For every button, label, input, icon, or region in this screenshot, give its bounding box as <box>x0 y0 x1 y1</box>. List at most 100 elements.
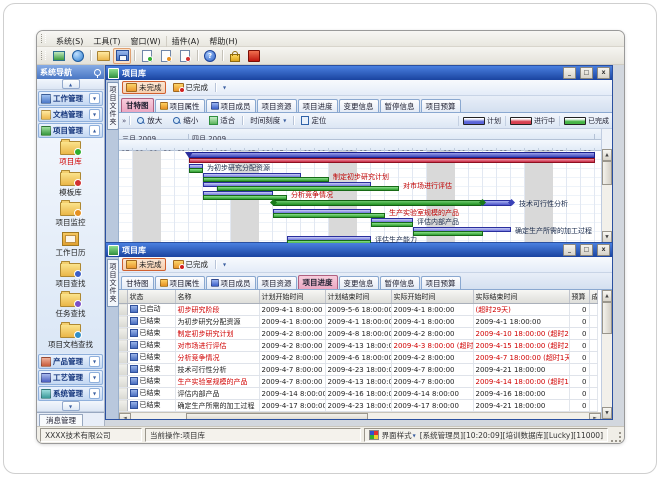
scroll-down-button[interactable]: ▼ <box>602 407 612 419</box>
chevron-down-icon[interactable]: ▼ <box>89 93 100 104</box>
row-selector[interactable] <box>119 352 127 364</box>
filter-dropdown-button[interactable]: ▼ <box>219 260 230 269</box>
column-header-名称[interactable]: 名称 <box>175 290 259 304</box>
zoom-in-button[interactable]: 放大 <box>133 113 166 128</box>
sidebar-item-项目文档查找[interactable]: 项目文档查找 <box>37 322 104 352</box>
row-selector[interactable] <box>119 328 127 340</box>
sidebar-overflow-button[interactable]: ▼ <box>62 401 80 411</box>
web-button[interactable] <box>69 48 87 64</box>
doc-remove-button[interactable] <box>176 48 194 64</box>
minimize-button[interactable]: _ <box>563 67 576 79</box>
chevron-down-icon[interactable]: ▼ <box>89 388 100 399</box>
system-button[interactable] <box>50 48 68 64</box>
row-selector[interactable] <box>119 304 127 316</box>
column-header-预算[interactable]: 预算 <box>569 290 589 304</box>
row-selector[interactable] <box>119 316 127 328</box>
column-header-计划开始时间[interactable]: 计划开始时间 <box>259 290 325 304</box>
pin-icon[interactable] <box>94 69 101 76</box>
menu-item-帮助(H)[interactable]: 帮助(H) <box>204 36 242 47</box>
tab-项目资源[interactable]: 项目资源 <box>257 276 297 289</box>
table-row[interactable]: 已结束确定生产所需的加工过程2009-4-17 8:00:002009-4-23… <box>119 400 597 412</box>
folder-button[interactable] <box>94 48 112 64</box>
scroll-right-button[interactable]: ► <box>589 413 601 419</box>
doc-add-button[interactable] <box>138 48 156 64</box>
maximize-button[interactable]: □ <box>580 67 593 79</box>
hscroll-track[interactable] <box>131 413 589 419</box>
sidebar-section-文档管理[interactable]: 文档管理▼ <box>38 107 103 122</box>
table-row[interactable]: 已结束对市场进行评估2009-4-2 8:00:002009-4-13 18:0… <box>119 340 597 352</box>
filter-dropdown-button[interactable]: ▼ <box>219 83 230 92</box>
tab-项目预算[interactable]: 项目预算 <box>421 276 461 289</box>
time-scale-button[interactable]: 时间刻度▼ <box>246 113 290 128</box>
toolbar-grip[interactable] <box>41 51 46 60</box>
table-titlebar[interactable]: 项目库 _ □ x <box>106 243 612 257</box>
table-row[interactable]: 已结束制定初步研究计划2009-4-2 8:00:002009-4-8 18:0… <box>119 328 597 340</box>
filter-未完成[interactable]: 未完成 <box>122 81 166 94</box>
table-row[interactable]: 已结束为初步研究分配资源2009-4-1 8:00:002009-4-1 18:… <box>119 316 597 328</box>
gantt-chart[interactable]: 为初步研究分配资源制定初步研究计划对市场进行评估分析竞争情况技术可行性分析生产实… <box>119 151 601 243</box>
chevron-down-icon[interactable]: ▼ <box>89 372 100 383</box>
message-management-tab[interactable]: 消息管理 <box>39 414 83 426</box>
menu-item-窗口(W)[interactable]: 窗口(W) <box>125 36 165 47</box>
menu-item-插件(A)[interactable]: 插件(A) <box>166 36 205 47</box>
menu-item-工具(T)[interactable]: 工具(T) <box>88 36 125 47</box>
maximize-button[interactable]: □ <box>580 244 593 256</box>
gantt-titlebar[interactable]: 项目库 _ □ x <box>106 66 612 80</box>
close-button[interactable]: x <box>597 244 610 256</box>
column-header-状态[interactable]: 状态 <box>127 290 175 304</box>
sidebar-collapse-button[interactable]: ▲ <box>62 79 80 89</box>
tab-变更信息[interactable]: 变更信息 <box>339 276 379 289</box>
save-button[interactable] <box>113 48 131 64</box>
overflow-chevron-icon[interactable]: » <box>122 117 126 125</box>
menu-grip[interactable] <box>41 34 46 43</box>
tab-项目成员[interactable]: 项目成员 <box>206 99 256 112</box>
task-done-bar[interactable] <box>189 168 203 173</box>
fit-button[interactable]: 适合 <box>205 113 239 128</box>
sidebar-item-工作日历[interactable]: 工作日历 <box>37 230 104 260</box>
table-row[interactable]: 已启动初步研究阶段2009-4-1 8:00:002009-5-6 18:00:… <box>119 304 597 316</box>
sidebar-section-项目管理[interactable]: 项目管理▲ <box>38 123 103 138</box>
row-selector[interactable] <box>119 376 127 388</box>
chevron-down-icon[interactable]: ▼ <box>89 109 100 120</box>
tab-项目成员[interactable]: 项目成员 <box>206 276 256 289</box>
doc-edit-button[interactable] <box>157 48 175 64</box>
sidebar-section-工作管理[interactable]: 工作管理▼ <box>38 91 103 106</box>
scroll-left-button[interactable]: ◄ <box>119 413 131 419</box>
tab-变更信息[interactable]: 变更信息 <box>339 99 379 112</box>
sidebar-section-工艺管理[interactable]: 工艺管理▼ <box>38 370 103 385</box>
hscroll-thumb[interactable] <box>186 413 368 419</box>
table-row[interactable]: 已结束技术可行性分析2009-4-7 8:00:002009-4-23 18:0… <box>119 364 597 376</box>
table-row[interactable]: 已结束分析竞争情况2009-4-2 8:00:002009-4-6 18:00:… <box>119 352 597 364</box>
filter-已完成[interactable]: 已完成 <box>169 258 213 271</box>
tab-甘特图[interactable]: 甘特图 <box>121 98 154 112</box>
scroll-thumb[interactable] <box>602 302 612 334</box>
sidebar-section-系统管理[interactable]: 系统管理▼ <box>38 386 103 401</box>
filter-已完成[interactable]: 已完成 <box>169 81 213 94</box>
tab-项目属性[interactable]: 项目属性 <box>155 99 205 112</box>
tab-暂停信息[interactable]: 暂停信息 <box>380 276 420 289</box>
help-button[interactable]: ? <box>201 48 219 64</box>
tab-项目进度[interactable]: 项目进度 <box>298 275 338 289</box>
table-row[interactable]: 已结束生产实验室规模的产品2009-4-7 8:00:002009-4-13 1… <box>119 376 597 388</box>
sidebar-item-项目监控[interactable]: 项目监控 <box>37 200 104 230</box>
locate-button[interactable]: 定位 <box>297 113 330 128</box>
minimize-button[interactable]: _ <box>563 244 576 256</box>
column-header-计划结束时间[interactable]: 计划结束时间 <box>325 290 391 304</box>
tab-项目进度[interactable]: 项目进度 <box>298 99 338 112</box>
sidebar-item-模板库[interactable]: 模板库 <box>37 169 104 199</box>
chevron-down-icon[interactable]: ▼ <box>89 356 100 367</box>
sidebar-item-项目库[interactable]: 项目库 <box>37 139 104 169</box>
task-done-bar[interactable] <box>273 213 385 218</box>
sidebar-item-项目查找[interactable]: 项目查找 <box>37 261 104 291</box>
sidebar-item-任务查找[interactable]: 任务查找 <box>37 291 104 321</box>
menu-item-系统(S)[interactable]: 系统(S) <box>51 36 88 47</box>
chevron-up-icon[interactable]: ▲ <box>89 125 100 136</box>
column-header-实际结束时间[interactable]: 实际结束时间 <box>473 290 569 304</box>
tab-项目资源[interactable]: 项目资源 <box>257 99 297 112</box>
zoom-out-button[interactable]: 缩小 <box>169 113 202 128</box>
chevron-down-icon[interactable]: ▼ <box>413 433 416 438</box>
style-label[interactable]: 界面样式 <box>382 430 412 441</box>
exit-button[interactable] <box>245 48 263 64</box>
row-selector[interactable] <box>119 364 127 376</box>
filter-未完成[interactable]: 未完成 <box>122 258 166 271</box>
